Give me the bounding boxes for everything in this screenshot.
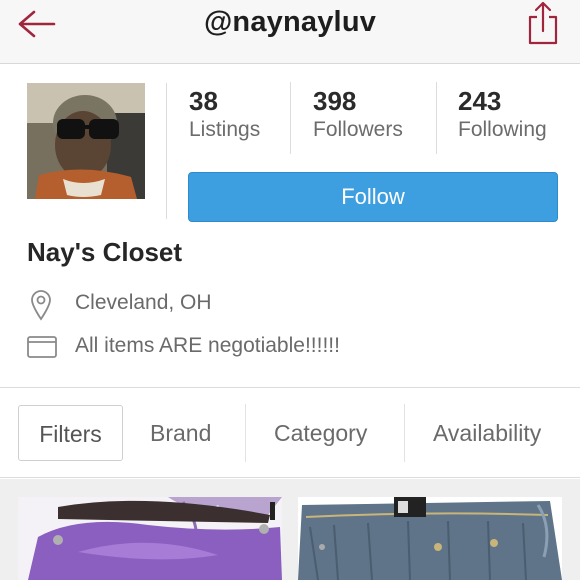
- profile-photo: [27, 83, 145, 199]
- following-count: 243: [458, 86, 502, 116]
- brand-filter[interactable]: Brand: [150, 405, 211, 461]
- listing-tile[interactable]: [298, 497, 562, 580]
- following-label: Following: [458, 118, 547, 141]
- location-pin-icon: [31, 290, 51, 321]
- filters-button[interactable]: Filters: [18, 405, 123, 461]
- listings-label: Listings: [189, 118, 261, 141]
- listing-photo-jeans: [298, 497, 562, 580]
- share-icon: [528, 1, 558, 45]
- share-button[interactable]: [526, 1, 560, 45]
- filter-divider: [404, 404, 405, 462]
- description-icon: [27, 336, 57, 358]
- stat-divider: [436, 82, 437, 154]
- stat-following[interactable]: 243 Following: [458, 86, 547, 154]
- filter-divider: [245, 404, 246, 462]
- followers-label: Followers: [313, 118, 403, 141]
- follow-button[interactable]: Follow: [188, 172, 558, 222]
- top-bar: @naynayluv: [0, 0, 580, 64]
- closet-name: Nay's Closet: [27, 237, 183, 267]
- location-text: Cleveland, OH: [75, 291, 212, 314]
- listing-photo-handbag: [18, 497, 282, 580]
- stat-followers[interactable]: 398 Followers: [313, 86, 403, 154]
- followers-count: 398: [313, 86, 357, 116]
- listing-tile[interactable]: [18, 497, 282, 580]
- stat-divider: [290, 82, 291, 154]
- availability-filter[interactable]: Availability: [433, 405, 541, 461]
- listings-count: 38: [189, 86, 218, 116]
- closet-description: All items ARE negotiable!!!!!!: [75, 334, 340, 357]
- stat-listings[interactable]: 38 Listings: [189, 86, 260, 154]
- category-filter[interactable]: Category: [274, 405, 367, 461]
- page-title: @naynayluv: [203, 6, 377, 38]
- avatar[interactable]: [27, 83, 145, 199]
- profile-divider: [166, 83, 167, 219]
